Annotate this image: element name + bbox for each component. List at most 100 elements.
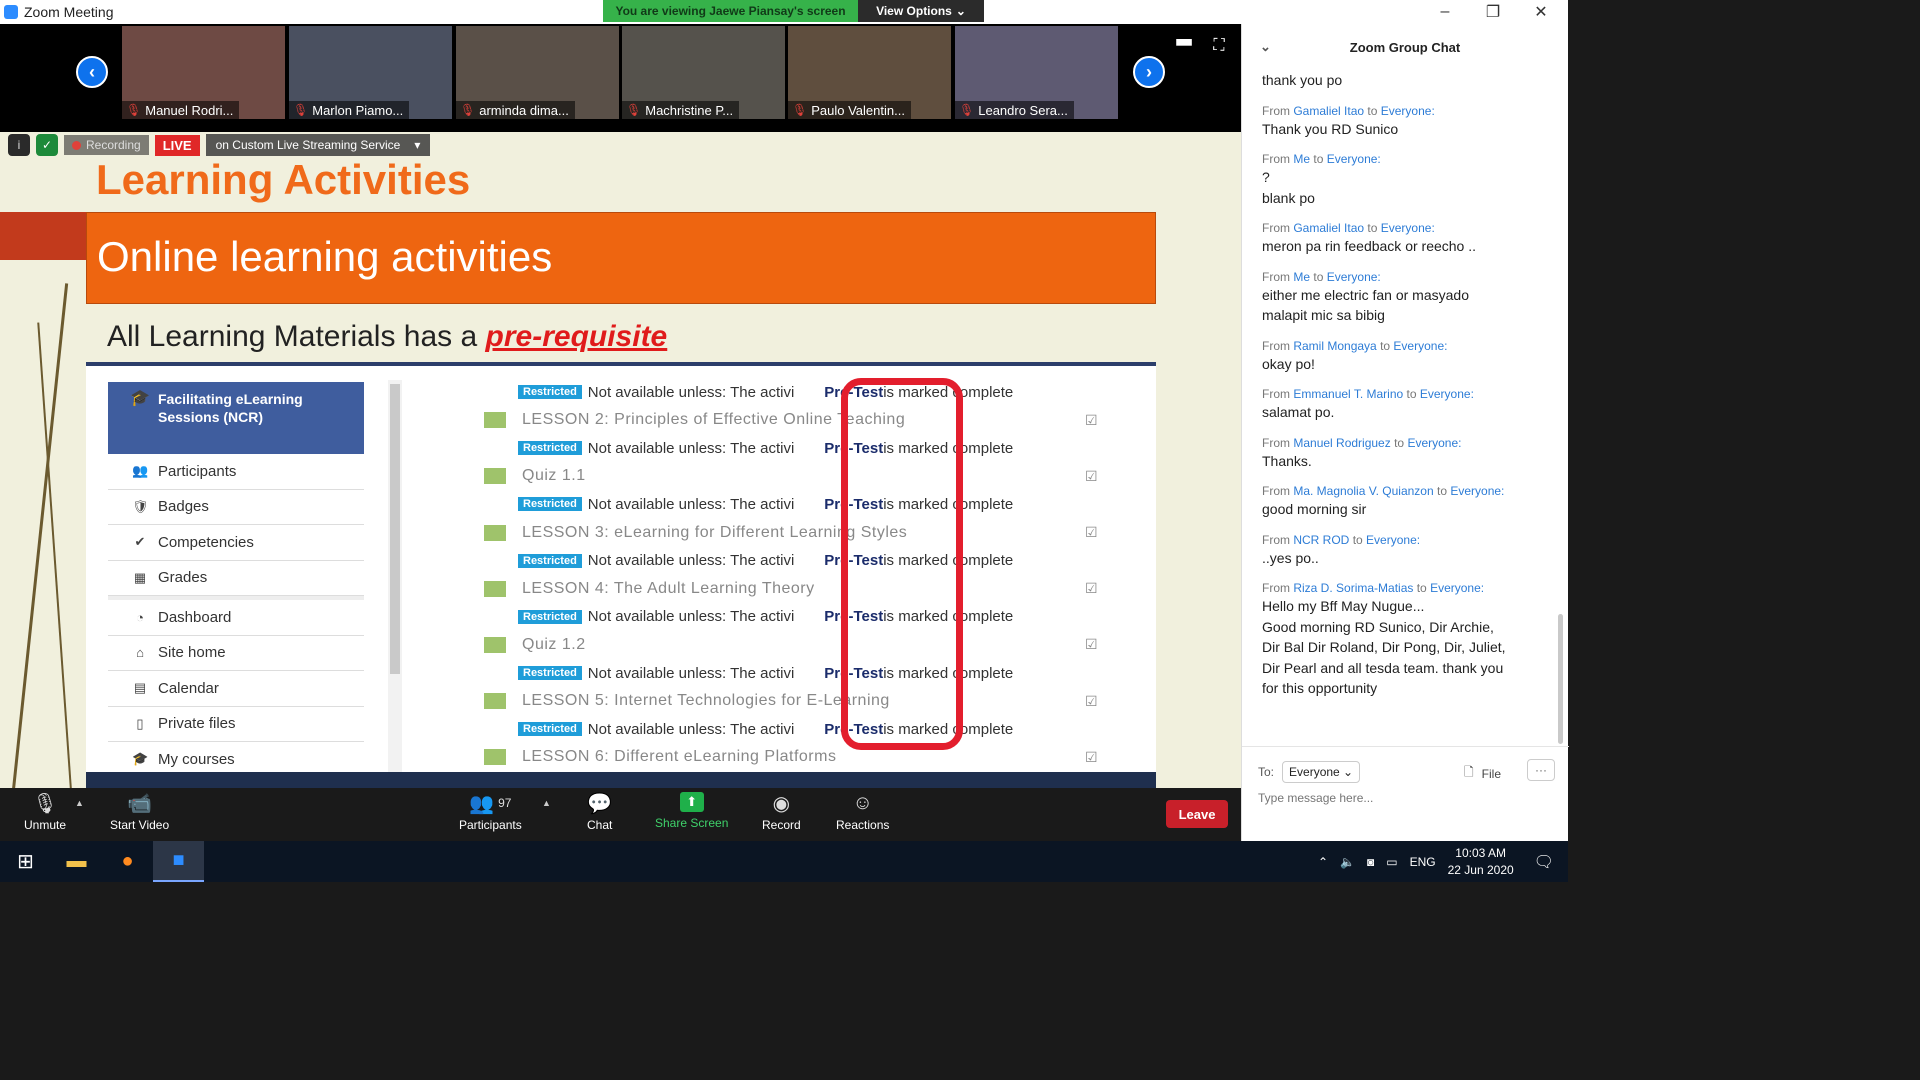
view-options-button[interactable]: View Options ⌄	[858, 0, 984, 22]
discord-icon[interactable]: ◙	[1367, 855, 1374, 869]
chat-title: Zoom Group Chat	[1349, 39, 1461, 55]
maximize-button[interactable]: ❐	[1470, 0, 1516, 24]
sidebar-item[interactable]: ✔ Competencies	[108, 525, 364, 561]
sender-name[interactable]: Manuel Rodriguez	[1293, 436, 1390, 450]
activity-row[interactable]: LESSON 5: Internet Technologies for E-Le…	[422, 687, 1112, 715]
network-icon[interactable]: ▭	[1386, 855, 1397, 869]
leave-button[interactable]: Leave	[1166, 800, 1228, 828]
sidebar-item[interactable]: ▦ Grades	[108, 560, 364, 596]
sender-name[interactable]: NCR ROD	[1293, 533, 1349, 547]
activity-row[interactable]: Quiz 1.1 ☑	[422, 462, 1112, 490]
chat-message-text: thank you po	[1262, 72, 1343, 88]
sidebar-item[interactable]: ▯ Private files	[108, 706, 364, 742]
participants-button[interactable]: 👥 97 Participants	[459, 792, 522, 833]
recipient-name[interactable]: Everyone:	[1393, 339, 1447, 353]
graduation-cap-icon: 🎓	[130, 390, 150, 407]
embedded-taskbar	[86, 772, 1156, 788]
zoom-taskbar-icon[interactable]: ■	[153, 841, 204, 882]
sender-name[interactable]: Ma. Magnolia V. Quianzon	[1293, 484, 1433, 498]
tray-overflow-icon[interactable]: ⌃	[1318, 855, 1328, 869]
course-title[interactable]: 🎓 Facilitating eLearning Sessions (NCR)	[108, 382, 364, 454]
sender-name[interactable]: Riza D. Sorima-Matias	[1293, 581, 1413, 595]
sidebar-item[interactable]: 👥 Participants	[108, 454, 364, 490]
gallery-next-button[interactable]: ›	[1133, 56, 1165, 88]
volume-icon[interactable]: 🔈	[1340, 855, 1355, 869]
activity-icon	[484, 580, 506, 597]
language-indicator[interactable]: ENG	[1410, 855, 1436, 869]
recipient-name[interactable]: Everyone:	[1430, 581, 1484, 595]
start-video-button[interactable]: 📹 Start Video	[110, 792, 169, 833]
sidebar-scroll-thumb[interactable]	[390, 384, 400, 674]
completion-checkbox-icon[interactable]: ☑	[1085, 693, 1098, 710]
more-options-button[interactable]: ···	[1527, 759, 1555, 781]
recipient-name[interactable]: Everyone:	[1366, 533, 1420, 547]
from-label: From	[1262, 387, 1290, 401]
recipient-name[interactable]: Everyone:	[1407, 436, 1461, 450]
sidebar-item[interactable]: ⌂ Site home	[108, 635, 364, 671]
chat-message-input[interactable]	[1258, 791, 1548, 805]
clock[interactable]: 10:03 AM 22 Jun 2020	[1448, 845, 1514, 879]
layout-icon[interactable]: ▀▀	[1174, 36, 1194, 56]
sidebar-item[interactable]: ▤ Calendar	[108, 671, 364, 707]
participant-video-tile[interactable]: 🎙 Machristine P...	[622, 26, 785, 119]
minimize-button[interactable]: –	[1422, 0, 1468, 24]
shield-icon[interactable]: ✓	[36, 134, 58, 156]
chat-button[interactable]: 💬 Chat	[587, 792, 612, 833]
chat-message: From Gamaliel Itao to Everyone: meron pa …	[1262, 220, 1552, 257]
completion-checkbox-icon[interactable]: ☑	[1085, 749, 1098, 766]
gallery-prev-button[interactable]: ‹	[76, 56, 108, 88]
activity-row[interactable]: LESSON 4: The Adult Learning Theory ☑	[422, 575, 1112, 603]
completion-checkbox-icon[interactable]: ☑	[1085, 580, 1098, 597]
participant-video-tile[interactable]: 🎙 Marlon Piamo...	[289, 26, 452, 119]
completion-checkbox-icon[interactable]: ☑	[1085, 636, 1098, 653]
unmute-button[interactable]: 🎙 Unmute	[24, 792, 66, 833]
recipient-name[interactable]: Everyone:	[1420, 387, 1474, 401]
reactions-button[interactable]: ☺ Reactions	[836, 792, 889, 833]
chevron-down-icon[interactable]: ⌄	[1260, 39, 1271, 55]
sender-name[interactable]: Gamaliel Itao	[1293, 104, 1364, 118]
participants-options-caret[interactable]: ▲	[542, 798, 551, 808]
restriction-row: Restricted Not available unless: The acti…	[422, 715, 1112, 743]
sidebar-item[interactable]: ◔ Dashboard	[108, 600, 364, 636]
record-dot-icon	[72, 140, 81, 150]
chat-messages[interactable]: thank you po From Gamaliel Itao to Every…	[1262, 70, 1552, 746]
file-icon: 🗋	[1464, 765, 1474, 779]
record-button[interactable]: ◉ Record	[762, 792, 801, 833]
recipient-name[interactable]: Everyone:	[1327, 152, 1381, 166]
participant-video-tile[interactable]: 🎙 arminda dima...	[456, 26, 619, 119]
participant-gallery-strip: ‹ 🎙 Manuel Rodri... 🎙 Marlon Piamo... 🎙 armin…	[0, 24, 1241, 132]
sidebar-item[interactable]: 🛡 Badges	[108, 489, 364, 525]
stream-service-dropdown[interactable]: on Custom Live Streaming Service ▾	[205, 134, 431, 156]
sender-name[interactable]: Emmanuel T. Marino	[1293, 387, 1403, 401]
recipient-select[interactable]: Everyone ⌄	[1282, 761, 1361, 783]
firefox-icon[interactable]: ●	[102, 841, 153, 882]
sender-name[interactable]: Me	[1293, 270, 1310, 284]
file-button[interactable]: 🗋 File	[1464, 763, 1501, 784]
sender-name[interactable]: Gamaliel Itao	[1293, 221, 1364, 235]
file-explorer-icon[interactable]: ▬	[51, 841, 102, 882]
sender-name[interactable]: Me	[1293, 152, 1310, 166]
close-button[interactable]: ✕	[1518, 0, 1564, 24]
activity-row[interactable]: LESSON 3: eLearning for Different Learni…	[422, 519, 1112, 547]
share-screen-button[interactable]: ⬆ Share Screen	[655, 792, 728, 830]
participant-video-tile[interactable]: 🎙 Leandro Sera...	[955, 26, 1118, 119]
participant-video-tile[interactable]: 🎙 Manuel Rodri...	[122, 26, 285, 119]
fullscreen-icon[interactable]: ⛶	[1209, 36, 1229, 56]
activity-row[interactable]: Quiz 1.2 ☑	[422, 631, 1112, 659]
activity-row[interactable]: LESSON 2: Principles of Effective Online…	[422, 406, 1112, 434]
recipient-name[interactable]: Everyone:	[1450, 484, 1504, 498]
completion-checkbox-icon[interactable]: ☑	[1085, 468, 1098, 485]
audio-options-caret[interactable]: ▲	[75, 798, 84, 808]
chat-scrollbar[interactable]	[1558, 614, 1563, 744]
notification-icon[interactable]: 🗨	[1534, 852, 1554, 872]
completion-checkbox-icon[interactable]: ☑	[1085, 412, 1098, 429]
info-icon[interactable]: i	[8, 134, 30, 156]
completion-checkbox-icon[interactable]: ☑	[1085, 524, 1098, 541]
sender-name[interactable]: Ramil Mongaya	[1293, 339, 1376, 353]
recipient-name[interactable]: Everyone:	[1381, 104, 1435, 118]
recipient-name[interactable]: Everyone:	[1381, 221, 1435, 235]
activity-row[interactable]: LESSON 6: Different eLearning Platforms ☑	[422, 743, 1112, 771]
windows-start-icon[interactable]: ⊞	[0, 841, 51, 882]
recipient-name[interactable]: Everyone:	[1327, 270, 1381, 284]
participant-video-tile[interactable]: 🎙 Paulo Valentin...	[788, 26, 951, 119]
